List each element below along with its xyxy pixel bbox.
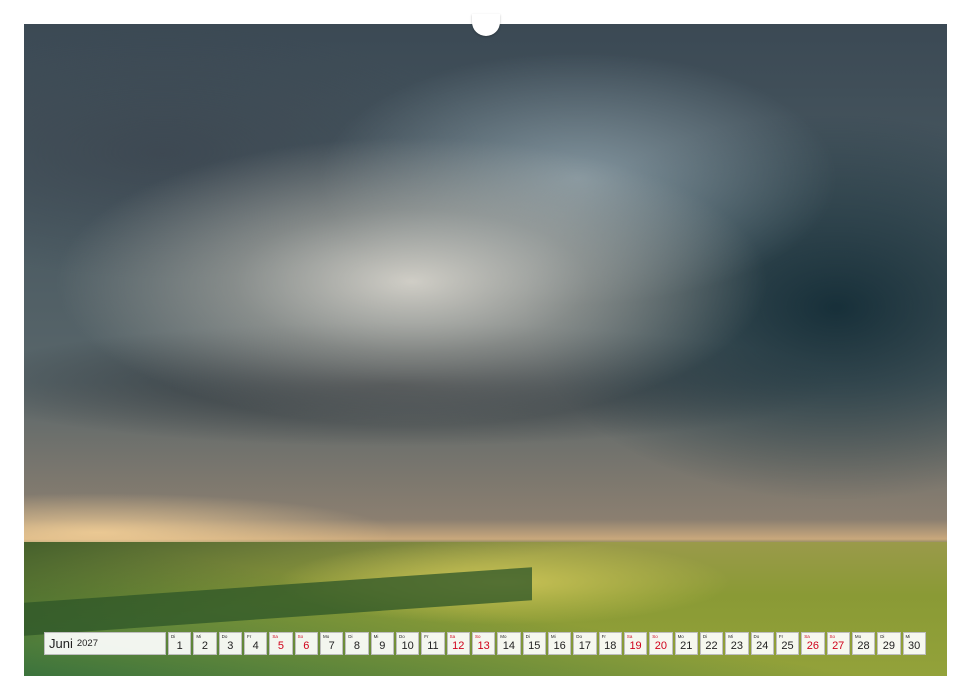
storm-cloud-sky [24,24,947,540]
year-label: 2027 [76,638,98,649]
weekday-label: Fr [778,634,784,639]
day-number: 7 [328,640,335,652]
weekday-label: Mi [373,634,379,639]
weekday-label: Mo [677,634,684,639]
weekday-label: Di [171,634,176,639]
weekday-label: Do [753,634,760,639]
day-number: 26 [806,640,819,652]
day-cell: Mi 16 [547,632,572,655]
day-number: 1 [176,640,183,652]
day-cell: Fr 11 [421,632,445,655]
day-cell: Sa 5 [269,632,293,655]
day-number: 6 [303,640,310,652]
day-number: 5 [277,640,285,652]
weekday-label: So [474,634,481,639]
day-number: 2 [201,640,209,652]
weekday-label: So [297,634,304,639]
day-cell: Di 1 [168,632,192,655]
month-name: Juni [49,636,73,651]
day-cell: Mi 30 [902,632,926,655]
day-number: 16 [553,640,566,652]
day-number: 21 [680,640,693,652]
day-cell: So 27 [826,632,850,655]
day-number: 27 [832,640,845,652]
day-cell: Do 17 [573,632,597,655]
day-number: 29 [882,640,895,652]
day-number: 30 [908,640,921,652]
day-cell: Do 24 [750,632,774,655]
day-cell: Sa 26 [801,632,825,655]
day-number: 4 [252,640,259,652]
day-number: 12 [452,640,465,652]
weekday-label: So [652,634,658,639]
weekday-label: Fr [246,634,252,639]
day-cell: Do 10 [395,632,420,655]
day-cell: Mo 14 [497,632,521,655]
day-cell: Sa 12 [446,632,470,655]
weekday-label: Do [398,634,405,639]
weekday-label: Mo [854,634,862,639]
day-number: 10 [401,640,414,652]
day-cell: Mo 7 [319,632,344,655]
day-cell: Do 3 [218,632,242,655]
weekday-label: Mo [500,634,507,639]
day-number: 11 [427,640,439,652]
weekday-label: Sa [804,634,810,639]
month-label-cell: Juni 2027 [44,632,166,655]
day-cell: Di 15 [522,632,546,655]
weekday-label: Di [348,634,353,639]
day-number: 9 [379,640,386,652]
day-number: 23 [730,640,743,652]
weekday-label: Do [221,634,228,639]
weekday-label: Fr [424,634,429,639]
day-cell: Fr 18 [598,632,622,655]
weekday-label: Di [525,634,530,639]
day-number: 17 [578,640,592,652]
calendar-strip: Juni 2027 Di 1 Mi 2 Do 3 Fr 4 Sa 5 So 6 Mo 7 Di 8 Mi 9 Do 1… [44,632,926,655]
weekday-label: Mi [196,634,202,639]
day-cell: Mi 23 [725,632,749,655]
day-number: 8 [353,640,361,652]
weekday-label: Sa [626,634,633,639]
day-number: 22 [705,640,718,652]
day-cell: So 20 [649,632,673,655]
storm-landscape-photo [24,24,947,676]
day-cell: Di 8 [345,632,369,655]
weekday-label: Sa [449,634,456,639]
day-cell: Di 22 [699,632,724,655]
day-number: 24 [756,640,769,652]
weekday-label: Fr [601,634,606,639]
day-cell: Mi 9 [370,632,394,655]
weekday-label: Mi [905,634,911,639]
day-number: 13 [477,640,490,652]
day-cell: So 13 [471,632,496,655]
weekday-label: Mi [550,634,556,639]
day-number: 15 [528,640,541,652]
day-cell: Fr 25 [775,632,800,655]
horizon-glow [24,480,394,546]
day-number: 19 [629,640,642,652]
day-cell: Mo 28 [851,632,876,655]
day-number: 28 [857,640,870,652]
day-cell: Mi 2 [193,632,217,655]
weekday-label: Mo [322,634,330,639]
day-number: 3 [227,640,234,652]
weekday-label: Di [702,634,708,639]
weekday-label: Do [576,634,583,639]
day-number: 25 [781,640,794,652]
day-cell: Mo 21 [674,632,698,655]
day-cell: So 6 [294,632,318,655]
day-cell: Di 29 [877,632,901,655]
day-number: 14 [502,640,516,652]
day-number: 18 [604,640,617,652]
day-cell: Sa 19 [623,632,648,655]
day-cell: Fr 4 [243,632,268,655]
weekday-label: Sa [272,634,278,639]
weekday-label: Di [880,634,885,639]
weekday-label: So [829,634,836,639]
weekday-label: Mi [728,634,733,639]
day-number: 20 [654,640,668,652]
